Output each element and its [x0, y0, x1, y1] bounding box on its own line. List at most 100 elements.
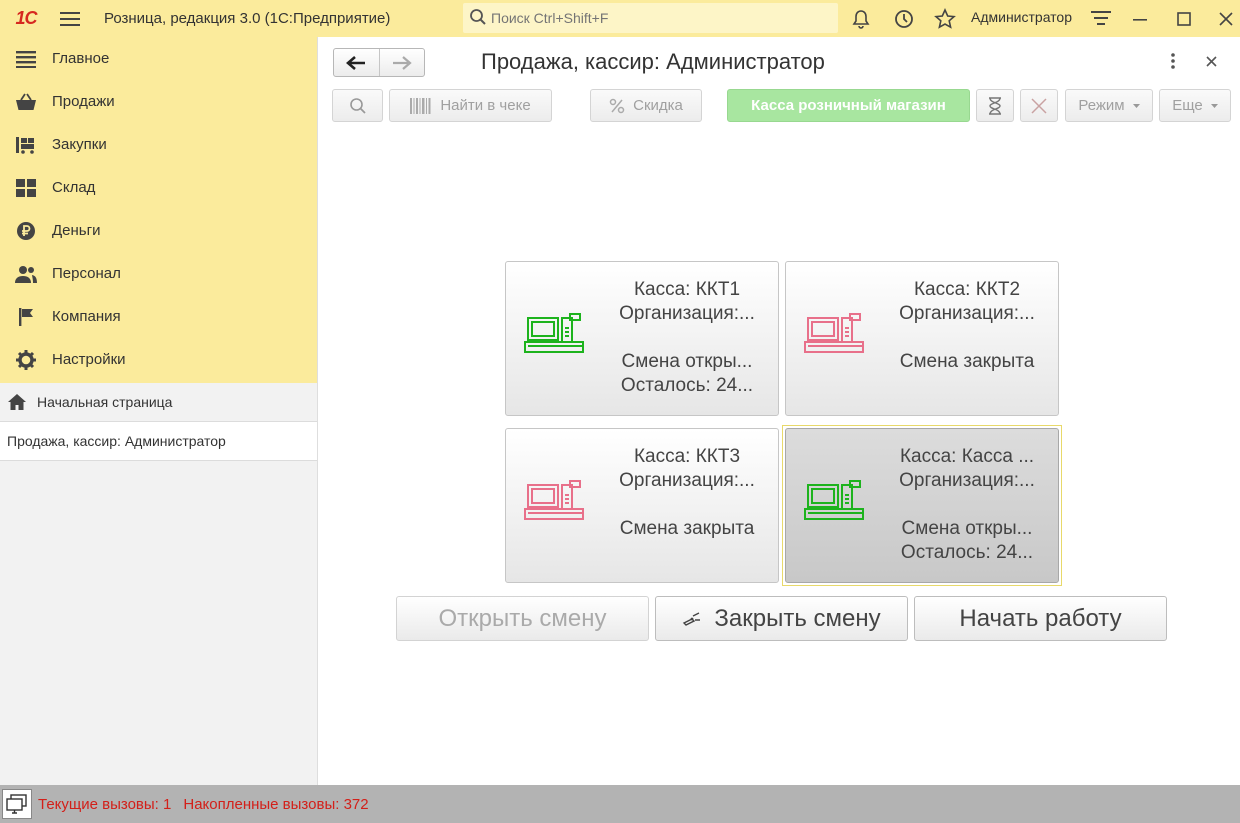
cash-register-tile[interactable]: Касса: ККТ3 Организация:... Смена закрыт… — [505, 428, 779, 583]
current-user[interactable]: Администратор — [971, 9, 1072, 25]
tile-remaining: Осталось: 24... — [620, 375, 754, 396]
close-shift-button[interactable]: Закрыть смену — [655, 596, 908, 641]
close-shift-label: Закрыть смену — [714, 604, 881, 632]
monitor-icon[interactable] — [2, 789, 32, 819]
arrow-left-icon — [346, 55, 366, 70]
search-icon — [469, 8, 487, 29]
home-icon — [7, 393, 27, 411]
arrow-right-icon — [392, 55, 412, 70]
sidebar-item-label: Склад — [52, 179, 96, 196]
sidebar-item-label: Настройки — [52, 351, 126, 368]
dropdown-arrow-icon — [1210, 103, 1218, 108]
tile-organization: Организация:... — [899, 470, 1035, 491]
cash-register-closed-icon — [524, 479, 586, 526]
search-button[interactable] — [332, 89, 383, 122]
cash-register-open-icon — [524, 312, 586, 359]
global-search[interactable] — [463, 3, 838, 33]
barcode-icon — [410, 97, 432, 114]
mode-label: Режим — [1078, 97, 1125, 114]
close-window-icon[interactable] — [1212, 5, 1240, 33]
tile-register-name: Касса: ККТ2 — [913, 279, 1021, 300]
cash-register-open-icon — [804, 479, 866, 526]
cart-icon — [14, 135, 38, 155]
history-icon[interactable] — [890, 5, 918, 33]
maximize-icon[interactable] — [1170, 5, 1198, 33]
home-page-label: Начальная страница — [37, 394, 173, 410]
tile-remaining: Осталось: 24... — [900, 542, 1034, 563]
discount-button[interactable]: Скидка — [590, 89, 702, 122]
sidebar-item-label: Компания — [52, 308, 121, 325]
dropdown-arrow-icon — [1132, 103, 1140, 108]
find-in-receipt-button[interactable]: Найти в чеке — [389, 89, 552, 122]
more-label: Еще — [1172, 97, 1203, 114]
tile-shift-status: Смена закрыта — [899, 351, 1035, 372]
settings-menu-icon[interactable] — [1087, 5, 1115, 33]
more-vertical-icon[interactable] — [1163, 51, 1183, 71]
bell-icon[interactable] — [847, 5, 875, 33]
discount-label: Скидка — [633, 97, 683, 114]
sidebar-item-money[interactable]: Деньги — [0, 209, 317, 252]
cash-register-tile[interactable]: Касса: ККТ1 Организация:... Смена откры.… — [505, 261, 779, 416]
tile-register-name: Касса: ККТ3 — [633, 446, 741, 467]
hourglass-button[interactable] — [976, 89, 1014, 122]
navigation-buttons — [333, 48, 425, 77]
start-work-label: Начать работу — [959, 604, 1122, 632]
cash-register-closed-icon — [804, 312, 866, 359]
tile-shift-status: Смена откры... — [621, 351, 753, 372]
sidebar-item-company[interactable]: Компания — [0, 295, 317, 338]
ruble-icon — [14, 221, 38, 241]
sidebar-item-sales[interactable]: Продажи — [0, 80, 317, 123]
start-work-button[interactable]: Начать работу — [914, 596, 1167, 641]
open-form-label: Продажа, кассир: Администратор — [7, 433, 226, 449]
sidebar-item-label: Деньги — [52, 222, 101, 239]
cash-register-tile-selected[interactable]: Касса: Касса ... Организация:... Смена о… — [785, 428, 1059, 583]
cash-register-button[interactable]: Касса розничный магазин — [727, 89, 970, 122]
sidebar-item-label: Главное — [52, 50, 110, 67]
open-shift-label: Открыть смену — [438, 604, 607, 632]
sidebar-item-settings[interactable]: Настройки — [0, 338, 317, 381]
basket-icon — [14, 92, 38, 112]
minimize-icon[interactable] — [1126, 5, 1154, 33]
sidebar-item-main[interactable]: Главное — [0, 37, 317, 80]
favorites-star-icon[interactable] — [931, 5, 959, 33]
sidebar-item-personnel[interactable]: Персонал — [0, 252, 317, 295]
flag-icon — [14, 307, 38, 327]
list-icon — [14, 49, 38, 69]
main-menu-icon[interactable] — [52, 0, 88, 37]
accumulated-calls-text: Накопленные вызовы: 372 — [183, 795, 369, 813]
tile-register-name: Касса: ККТ1 — [633, 279, 741, 300]
find-in-receipt-label: Найти в чеке — [440, 97, 531, 114]
mode-dropdown[interactable]: Режим — [1065, 89, 1153, 122]
home-page-link[interactable]: Начальная страница — [0, 383, 317, 422]
tile-shift-status: Смена откры... — [901, 518, 1033, 539]
open-form-tab[interactable]: Продажа, кассир: Администратор — [0, 422, 317, 461]
cash-register-label: Касса розничный магазин — [751, 97, 946, 114]
open-shift-button[interactable]: Открыть смену — [396, 596, 649, 641]
sidebar-item-label: Закупки — [52, 136, 107, 153]
percent-icon — [609, 98, 625, 114]
sections-panel: Главное Продажи Закупки Склад Деньги Пер… — [0, 37, 317, 383]
tile-shift-status: Смена закрыта — [619, 518, 755, 539]
sidebar: Главное Продажи Закупки Склад Деньги Пер… — [0, 37, 318, 785]
cancel-button[interactable] — [1020, 89, 1058, 122]
more-dropdown[interactable]: Еще — [1159, 89, 1231, 122]
hourglass-icon — [989, 96, 1001, 115]
form-title: Продажа, кассир: Администратор — [481, 49, 825, 74]
app-title: Розница, редакция 3.0 (1С:Предприятие) — [104, 10, 391, 27]
people-icon — [14, 264, 38, 284]
status-bar: Текущие вызовы: 1 Накопленные вызовы: 37… — [0, 785, 1240, 823]
tile-organization: Организация:... — [619, 303, 755, 324]
cash-register-tile[interactable]: Касса: ККТ2 Организация:... Смена закрыт… — [785, 261, 1059, 416]
close-form-icon[interactable] — [1201, 51, 1221, 71]
tile-organization: Организация:... — [619, 470, 755, 491]
sidebar-item-purchases[interactable]: Закупки — [0, 123, 317, 166]
sidebar-item-label: Персонал — [52, 265, 121, 282]
sidebar-item-warehouse[interactable]: Склад — [0, 166, 317, 209]
gear-icon — [14, 349, 38, 370]
1c-logo[interactable]: 1С — [0, 0, 52, 37]
close-shift-icon — [682, 611, 702, 627]
search-input[interactable] — [491, 10, 831, 26]
cross-icon — [1031, 97, 1047, 114]
back-button[interactable] — [334, 49, 379, 76]
forward-button[interactable] — [378, 49, 424, 76]
